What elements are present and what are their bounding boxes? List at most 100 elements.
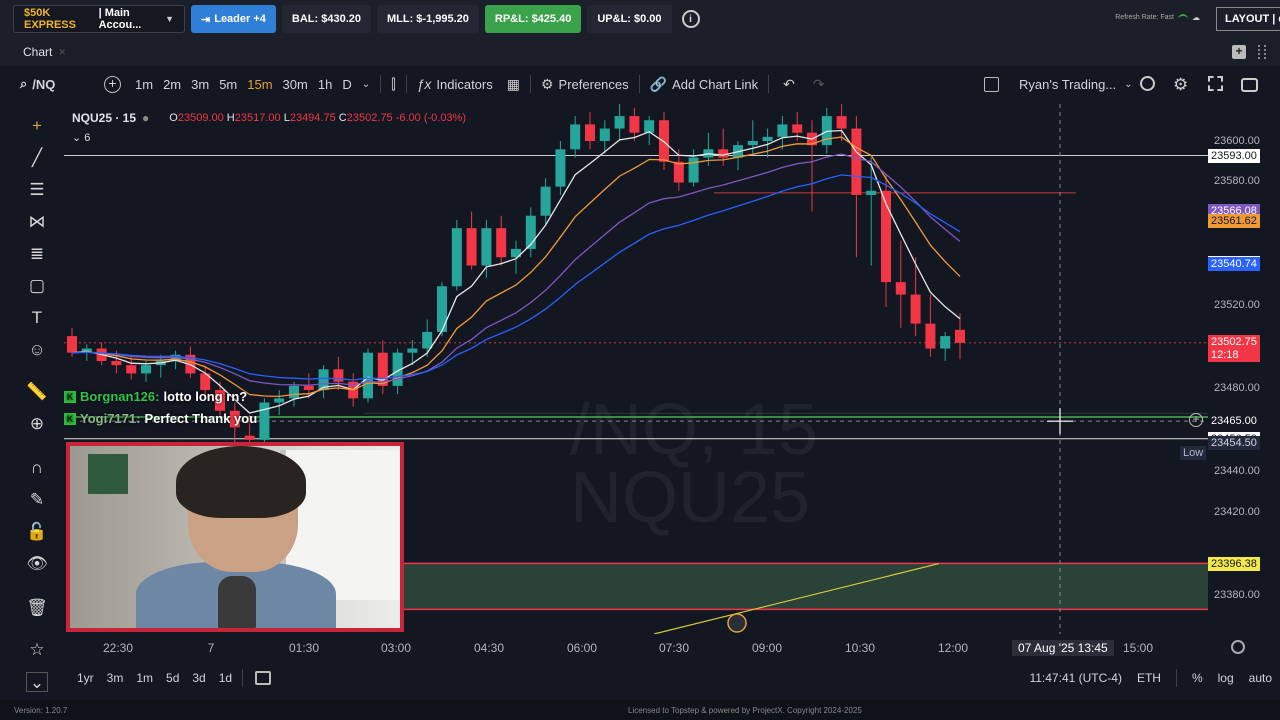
- zoom-in-icon[interactable]: ⊕: [26, 414, 48, 434]
- price-label: 23593.00: [1208, 149, 1260, 163]
- candle-body: [303, 385, 314, 391]
- settings-icon[interactable]: ⚙: [1173, 76, 1190, 93]
- time-tick: 10:30: [844, 641, 876, 655]
- divider: [638, 75, 640, 93]
- license-label: Licensed to Topstep & powered by Project…: [628, 706, 862, 715]
- timeframe-3m[interactable]: 3m: [191, 77, 209, 92]
- candle-type-icon[interactable]: ⫿: [391, 76, 395, 93]
- trash-icon[interactable]: 🗑: [26, 598, 48, 618]
- microphone-icon: [218, 576, 256, 628]
- fullscreen-icon[interactable]: [1208, 75, 1223, 91]
- session-button[interactable]: ETH: [1137, 671, 1161, 685]
- grid-layout-icon[interactable]: ▦: [507, 76, 520, 93]
- eye-icon[interactable]: 👁: [26, 554, 48, 574]
- pitchfork-icon[interactable]: ⋈: [26, 212, 48, 232]
- horizontal-lines-icon[interactable]: ☰: [26, 180, 48, 200]
- candle-body: [851, 128, 862, 195]
- candle-body: [614, 116, 625, 129]
- zoom-icon[interactable]: [1140, 75, 1155, 91]
- timeframe-1h[interactable]: 1h: [318, 77, 332, 92]
- auto-toggle[interactable]: auto: [1249, 671, 1272, 685]
- range-3m[interactable]: 3m: [107, 671, 124, 685]
- log-toggle[interactable]: log: [1218, 671, 1234, 685]
- candle-body: [644, 120, 655, 133]
- candle-body: [585, 124, 595, 141]
- info-icon[interactable]: i: [681, 10, 700, 28]
- leader-button[interactable]: ⇥ Leader +4: [191, 5, 276, 33]
- timeframe-30m[interactable]: 30m: [283, 77, 308, 92]
- undo-icon[interactable]: ↶: [783, 76, 795, 93]
- rectangle-icon[interactable]: ▢: [26, 276, 48, 296]
- range-5d[interactable]: 5d: [166, 671, 179, 685]
- tab-chart[interactable]: Chart: [23, 45, 52, 59]
- indicator-count: 6: [84, 132, 91, 144]
- ruler-icon[interactable]: 📏: [26, 382, 48, 402]
- legend-high: 23517.00: [234, 112, 281, 124]
- range-1m[interactable]: 1m: [136, 671, 153, 685]
- candle-body: [289, 385, 299, 399]
- account-bar: $50K EXPRESS | Main Accou... ▼ ⇥ Leader …: [0, 0, 1280, 38]
- timeframe-1m[interactable]: 1m: [135, 77, 153, 92]
- last-price-label: 23502.75 12:18: [1208, 335, 1260, 362]
- legend-close: 23502.75: [346, 112, 393, 124]
- add-panel-icon[interactable]: +: [1232, 45, 1246, 59]
- price-scale[interactable]: 23600.00 23580.00 23520.00 23480.00 2344…: [1208, 104, 1280, 634]
- candle-body: [141, 365, 151, 374]
- preferences-button[interactable]: Preferences: [559, 77, 629, 92]
- collapse-icon[interactable]: ⌄: [26, 672, 48, 692]
- range-1yr[interactable]: 1yr: [77, 671, 94, 685]
- price-tick: 23580.00: [1214, 175, 1260, 187]
- candle-body: [659, 120, 669, 162]
- star-icon[interactable]: ☆: [26, 640, 48, 660]
- time-tick: 15:00: [1122, 641, 1154, 655]
- indicator-toggle[interactable]: ⌄ 6: [72, 131, 90, 144]
- indicators-button[interactable]: Indicators: [436, 77, 492, 92]
- timeframe-5m[interactable]: 5m: [219, 77, 237, 92]
- magnet-icon[interactable]: ∩: [26, 458, 48, 478]
- layout-button[interactable]: LAYOUT | de: [1216, 7, 1280, 31]
- close-tab-icon[interactable]: ✕: [58, 47, 66, 58]
- mll-badge: MLL: $-1,995.20: [376, 5, 479, 33]
- candle-body: [866, 190, 877, 195]
- timezone-settings-icon[interactable]: [1231, 640, 1245, 654]
- add-chart-link-button[interactable]: Add Chart Link: [672, 77, 758, 92]
- price-label: 23465.00: [1208, 414, 1260, 428]
- text-icon[interactable]: T: [26, 308, 48, 328]
- crosshair-time-label: 07 Aug '25 13:45: [1012, 640, 1114, 656]
- percent-toggle[interactable]: %: [1192, 671, 1203, 685]
- symbol-search[interactable]: ⌕ /NQ: [12, 76, 104, 92]
- wifi-icon: [1178, 14, 1188, 21]
- redo-icon[interactable]: ↷: [813, 76, 825, 93]
- price-label: 23396.38: [1208, 557, 1260, 571]
- candle-body: [910, 294, 921, 324]
- candle-body: [363, 352, 373, 399]
- time-tick: 07:30: [658, 641, 690, 655]
- range-3d[interactable]: 3d: [192, 671, 205, 685]
- drag-handle-icon[interactable]: [1258, 45, 1266, 59]
- pencil-lock-icon[interactable]: ✎: [26, 490, 48, 510]
- chevron-down-icon[interactable]: ⌄: [362, 79, 370, 90]
- timeframe-d[interactable]: D: [342, 77, 351, 92]
- price-tick: 23380.00: [1214, 589, 1260, 601]
- template-selector[interactable]: Ryan's Trading... ⌄: [984, 76, 1133, 92]
- fib-levels-icon[interactable]: ≣: [26, 244, 48, 264]
- account-selector[interactable]: $50K EXPRESS | Main Accou... ▼: [13, 5, 185, 33]
- eye-dot-icon[interactable]: ●: [142, 111, 149, 125]
- trend-line-icon[interactable]: ╱: [26, 148, 48, 168]
- webcam-flag: [88, 454, 128, 494]
- template-checkbox[interactable]: [984, 76, 999, 92]
- timeframe-2m[interactable]: 2m: [163, 77, 181, 92]
- crosshair-add-icon[interactable]: +: [1189, 413, 1203, 427]
- emoji-icon[interactable]: ☺: [26, 340, 48, 360]
- range-1d[interactable]: 1d: [219, 671, 232, 685]
- candle-body: [274, 398, 285, 403]
- candle-body: [747, 141, 758, 146]
- lock-icon[interactable]: 🔓: [26, 522, 48, 542]
- timeframe-15m[interactable]: 15m: [247, 77, 272, 92]
- compare-symbol-icon[interactable]: +: [104, 75, 121, 93]
- drawing-toolbar: + ╱ ☰ ⋈ ≣ ▢ T ☺ 📏 ⊕ ∩ ✎ 🔓 👁 🗑 ☆ ⌄: [0, 104, 64, 700]
- calendar-icon[interactable]: [255, 671, 272, 685]
- crosshair-icon[interactable]: +: [26, 116, 48, 136]
- time-tick: 06:00: [566, 641, 598, 655]
- camera-icon[interactable]: [1241, 77, 1258, 92]
